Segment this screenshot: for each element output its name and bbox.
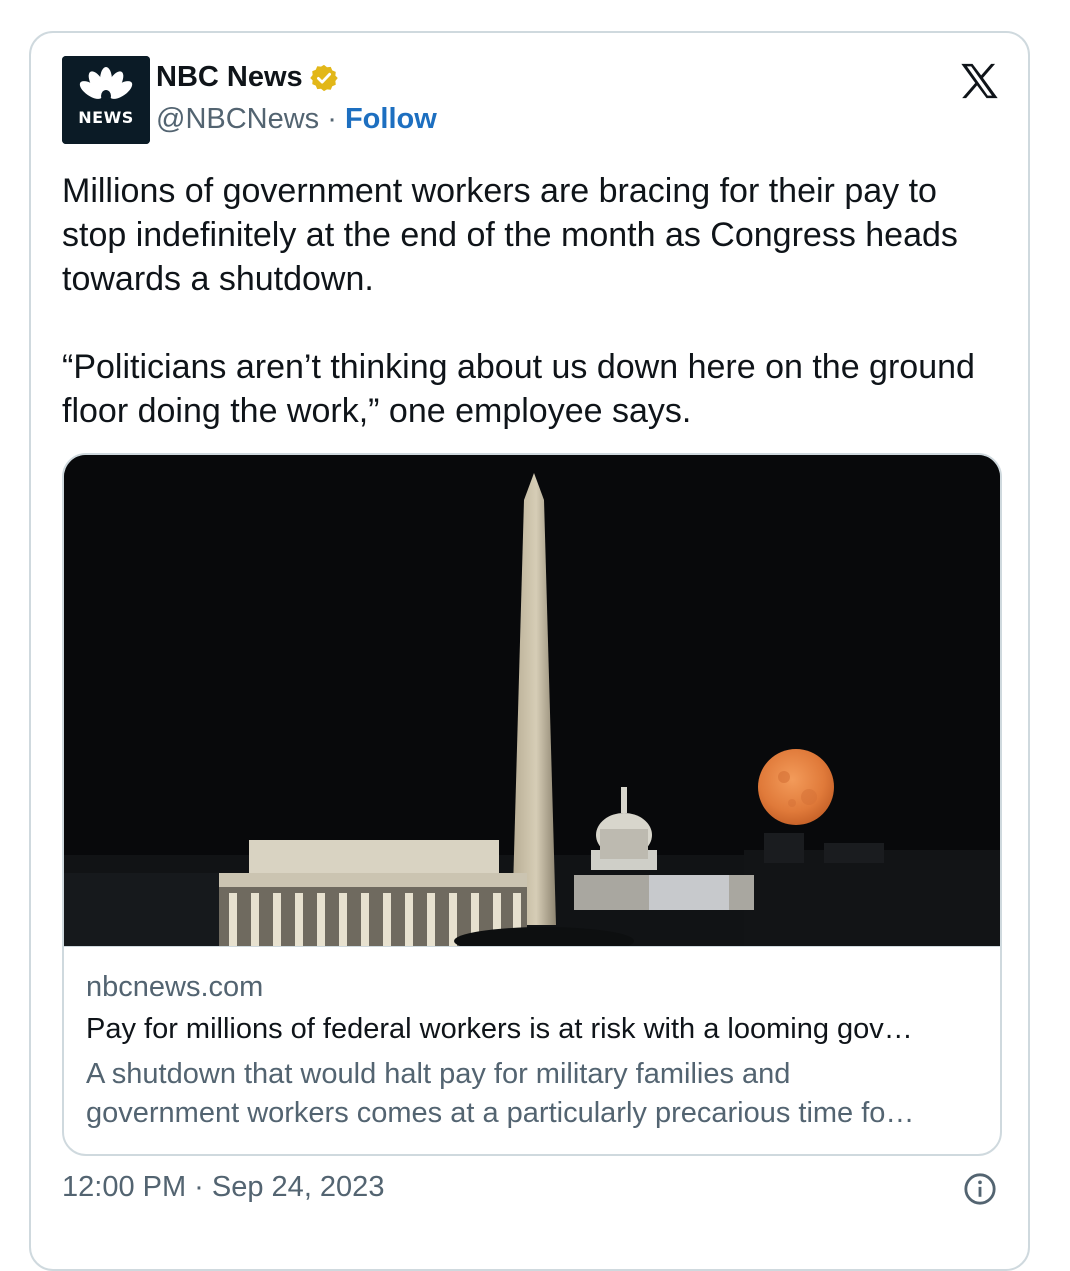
link-description-line: government workers comes at a particular… [86, 1097, 915, 1129]
tweet-paragraph: “Politicians aren’t thinking about us do… [62, 348, 975, 430]
tweet-timestamp[interactable]: 12:00 PM · Sep 24, 2023 [62, 1171, 384, 1204]
author-display-name[interactable]: NBC News [156, 61, 303, 94]
follow-button[interactable]: Follow [345, 103, 437, 135]
peacock-logo-icon [62, 56, 150, 144]
link-description-line: A shutdown that would halt pay for milit… [86, 1058, 791, 1090]
tweet-embed-card: NEWS NBC News @NBCNews · Follow Millions… [29, 31, 1030, 1271]
link-domain: nbcnews.com [86, 971, 264, 1003]
info-icon[interactable] [963, 1172, 997, 1206]
author-handle[interactable]: @NBCNews [156, 103, 319, 135]
link-preview-card[interactable]: nbcnews.com Pay for millions of federal … [62, 453, 1002, 1156]
handle-separator: · [319, 103, 345, 135]
x-logo-icon[interactable] [960, 63, 1000, 99]
avatar-news-text: NEWS [78, 108, 134, 127]
author-handle-row: @NBCNews · Follow [156, 103, 437, 136]
link-card-divider [64, 946, 1000, 947]
verified-badge-icon [309, 64, 338, 91]
tweet-text: Millions of government workers are braci… [62, 169, 1007, 433]
author-name-row: NBC News [156, 61, 339, 94]
tweet-paragraph: Millions of government workers are braci… [62, 172, 958, 298]
link-preview-image [64, 455, 1000, 946]
link-description: A shutdown that would halt pay for milit… [86, 1055, 976, 1133]
link-title: Pay for millions of federal workers is a… [86, 1013, 913, 1045]
avatar[interactable]: NEWS [62, 56, 150, 144]
